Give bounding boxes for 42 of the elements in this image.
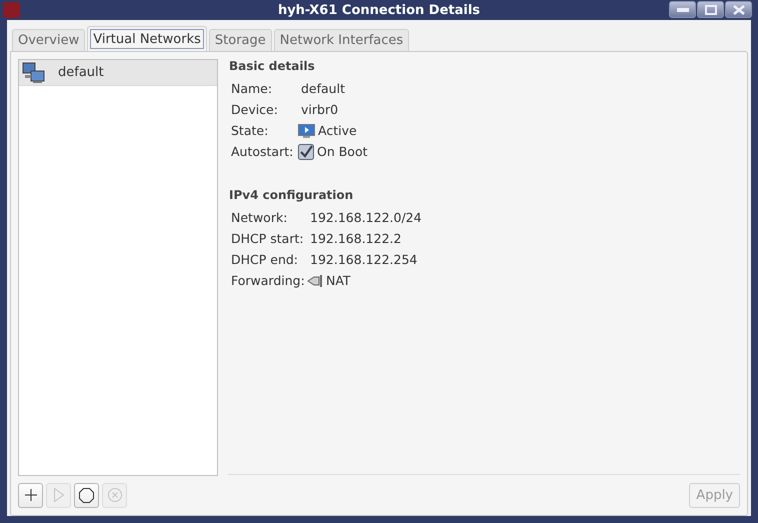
checkbox-icon[interactable] <box>298 144 314 160</box>
field-value: On Boot <box>317 144 368 159</box>
section-title: Basic details <box>229 59 316 73</box>
field-value: NAT <box>326 273 351 288</box>
field-label: Network: <box>231 210 288 225</box>
field-label: Name: <box>231 81 274 96</box>
tab[interactable]: Storage <box>208 29 272 51</box>
plug-icon <box>307 272 323 288</box>
close-icon <box>732 4 744 14</box>
stop-button[interactable] <box>74 482 99 508</box>
maximize-button[interactable] <box>697 1 724 18</box>
window-title: hyh-X61 Connection Details <box>278 2 480 18</box>
field-label: DHCP end: <box>231 252 300 267</box>
add-button[interactable] <box>18 482 43 508</box>
maximize-icon <box>704 4 716 14</box>
network-icon <box>22 62 46 84</box>
plus-icon <box>24 489 36 501</box>
field-label: Forwarding: <box>231 273 306 288</box>
delete-icon <box>108 488 122 502</box>
section-title: IPv4 configuration <box>229 188 354 202</box>
field-label: State: <box>231 123 270 138</box>
field-value: 192.168.122.2 <box>310 231 402 246</box>
field-value: 192.168.122.0/24 <box>310 210 422 225</box>
minimize-icon <box>676 8 688 12</box>
minimize-button[interactable] <box>669 1 696 18</box>
tab[interactable]: Network Interfaces <box>274 29 410 51</box>
network-item[interactable]: default <box>19 60 217 86</box>
monitor-icon <box>298 124 315 138</box>
field-value: virbr0 <box>301 102 338 117</box>
tab[interactable]: Virtual Networks <box>87 26 207 51</box>
field-label: DHCP start: <box>231 231 305 246</box>
field-label: Device: <box>231 102 279 117</box>
field-value: default <box>301 81 345 96</box>
field-value: 192.168.122.254 <box>310 252 418 267</box>
field-label: Autostart: <box>231 144 294 159</box>
play-icon <box>54 488 64 502</box>
tab[interactable]: Overview <box>12 29 86 51</box>
stop-icon <box>79 488 94 502</box>
network-name: default <box>58 65 104 80</box>
field-value: Active <box>318 123 357 138</box>
close-button[interactable] <box>725 1 752 18</box>
app-icon <box>3 2 20 18</box>
